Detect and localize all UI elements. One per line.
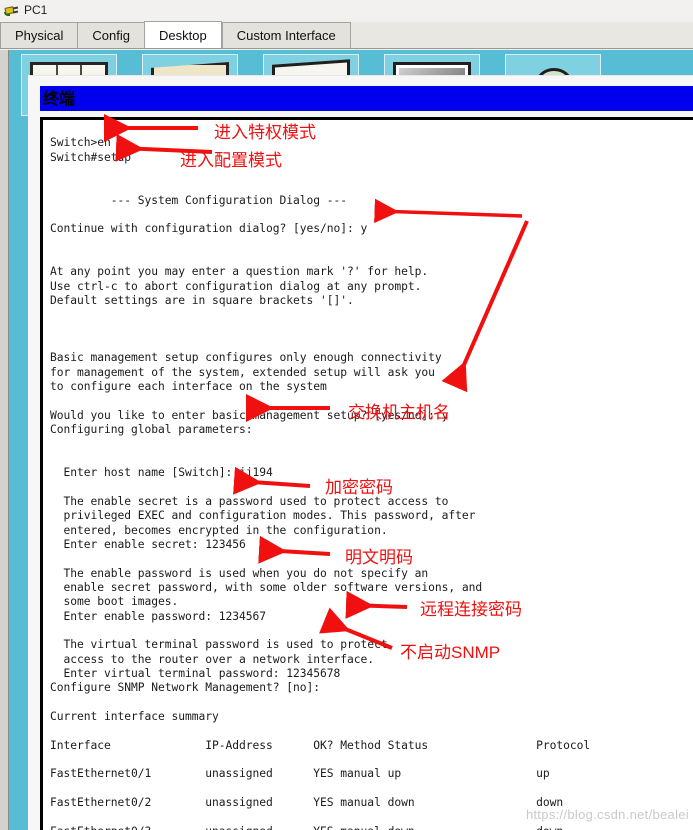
tab-config[interactable]: Config <box>77 22 144 48</box>
terminal-window: 终端 Switch>en Switch#setup --- System Con… <box>28 75 693 830</box>
tab-custom-interface[interactable]: Custom Interface <box>221 22 350 48</box>
terminal-body[interactable]: Switch>en Switch#setup --- System Config… <box>40 117 693 830</box>
terminal-title: 终端 <box>40 86 693 111</box>
left-gutter <box>0 50 8 830</box>
tab-bar-filler <box>349 22 693 48</box>
terminal-output: Switch>en Switch#setup --- System Config… <box>50 136 591 830</box>
watermark: https://blog.csdn.net/bealei <box>525 807 689 822</box>
tab-bar: Physical Config Desktop Custom Interface <box>0 21 693 49</box>
pc1-window: PC1 Physical Config Desktop Custom Inter… <box>0 0 693 830</box>
network-plug-icon <box>4 3 19 17</box>
window-title: PC1 <box>24 3 48 17</box>
tab-physical[interactable]: Physical <box>0 22 78 48</box>
window-titlebar: PC1 <box>0 0 693 20</box>
tab-desktop[interactable]: Desktop <box>144 21 222 48</box>
